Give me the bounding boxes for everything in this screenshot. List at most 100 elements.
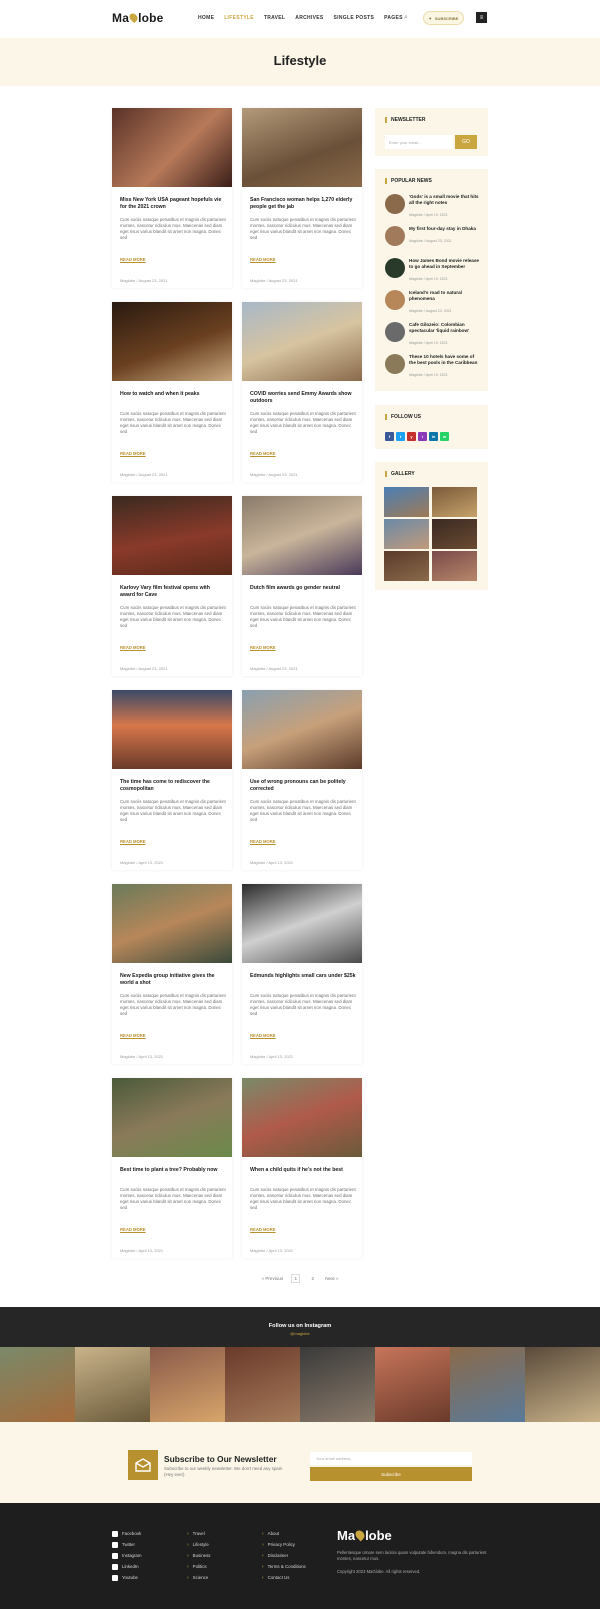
footer-link-business[interactable]: › Business	[187, 1550, 211, 1561]
post-image[interactable]	[242, 108, 362, 187]
footer-link-travel[interactable]: › Travel	[187, 1528, 211, 1539]
post-card[interactable]: San Francisco woman helps 1,270 elderly …	[242, 108, 362, 288]
instagram-photo[interactable]	[300, 1347, 375, 1422]
post-card[interactable]: New Expedia group initiative gives the w…	[112, 884, 232, 1064]
read-more-link[interactable]: READ MORE	[120, 257, 146, 262]
popular-news-title[interactable]: My first four-day stay in Dhaka	[409, 226, 481, 232]
read-more-link[interactable]: READ MORE	[120, 1033, 146, 1038]
facebook-icon[interactable]: f	[385, 432, 394, 441]
post-image[interactable]	[242, 884, 362, 963]
read-more-link[interactable]: READ MORE	[120, 645, 146, 650]
footer-link-linkedin[interactable]: LinkedIn	[112, 1561, 142, 1572]
instagram-photo[interactable]	[450, 1347, 525, 1422]
instagram-photo[interactable]	[150, 1347, 225, 1422]
instagram-icon[interactable]: i	[418, 432, 427, 441]
nav-single-posts[interactable]: SINGLE POSTS	[334, 15, 375, 21]
post-title[interactable]: Karlovy Vary film festival opens with aw…	[120, 585, 226, 599]
footer-link-lifestyle[interactable]: › Lifestyle	[187, 1539, 211, 1550]
footer-link-facebook[interactable]: Facebook	[112, 1528, 142, 1539]
post-card[interactable]: Use of wrong pronouns can be politely co…	[242, 690, 362, 870]
nav-lifestyle[interactable]: LIFESTYLE	[224, 15, 254, 21]
gallery-image[interactable]	[384, 519, 429, 549]
instagram-photo[interactable]	[375, 1347, 450, 1422]
footer-link-about[interactable]: › About	[262, 1528, 306, 1539]
nav-pages[interactable]: PAGES	[384, 15, 403, 21]
popular-news-thumb[interactable]	[385, 194, 405, 214]
post-card[interactable]: Miss New York USA pageant hopefuls vie f…	[112, 108, 232, 288]
gallery-image[interactable]	[384, 487, 429, 517]
popular-news-title[interactable]: Cafe Gilozeio: Colombian spectacular 'li…	[409, 322, 481, 334]
post-card[interactable]: Karlovy Vary film festival opens with aw…	[112, 496, 232, 676]
post-card[interactable]: The time has come to rediscover the cosm…	[112, 690, 232, 870]
read-more-link[interactable]: READ MORE	[250, 1033, 276, 1038]
post-card[interactable]: Edmunds highlights small cars under $25k…	[242, 884, 362, 1064]
read-more-link[interactable]: READ MORE	[250, 451, 276, 456]
post-title[interactable]: Dutch film awards go gender neutral	[250, 585, 356, 592]
hamburger-menu-icon[interactable]: ≡	[476, 12, 487, 23]
read-more-link[interactable]: READ MORE	[120, 839, 146, 844]
post-image[interactable]	[242, 1078, 362, 1157]
post-title[interactable]: COVID worries send Emmy Awards show outd…	[250, 391, 356, 405]
popular-news-item[interactable]: How James Bond movie release to go ahead…	[385, 258, 481, 282]
popular-news-title[interactable]: These 10 hotels have some of the best po…	[409, 354, 481, 366]
linkedin-icon[interactable]: in	[429, 432, 438, 441]
post-title[interactable]: How to watch and when it peaks	[120, 391, 226, 398]
instagram-photo[interactable]	[0, 1347, 75, 1422]
footer-logo[interactable]: Ma lobe	[337, 1528, 392, 1543]
whatsapp-icon[interactable]: w	[440, 432, 449, 441]
gallery-image[interactable]	[384, 551, 429, 581]
post-image[interactable]	[112, 496, 232, 575]
post-card[interactable]: How to watch and when it peaks Cum socii…	[112, 302, 232, 482]
search-icon[interactable]: ⌕	[404, 14, 408, 22]
read-more-link[interactable]: READ MORE	[250, 645, 276, 650]
site-logo[interactable]: Ma lobe	[112, 11, 164, 25]
post-image[interactable]	[242, 690, 362, 769]
post-card[interactable]: COVID worries send Emmy Awards show outd…	[242, 302, 362, 482]
gallery-image[interactable]	[432, 519, 477, 549]
post-image[interactable]	[112, 884, 232, 963]
post-title[interactable]: New Expedia group initiative gives the w…	[120, 973, 226, 987]
prev-page-link[interactable]: « Previous	[262, 1276, 284, 1281]
read-more-link[interactable]: READ MORE	[250, 1227, 276, 1232]
read-more-link[interactable]: READ MORE	[120, 1227, 146, 1232]
post-card[interactable]: When a child quits if he's not the best …	[242, 1078, 362, 1258]
footer-link-politics[interactable]: › Politics	[187, 1561, 211, 1572]
footer-link-contact[interactable]: › Contact Us	[262, 1572, 306, 1583]
post-image[interactable]	[112, 108, 232, 187]
popular-news-item[interactable]: These 10 hotels have some of the best po…	[385, 354, 481, 378]
post-title[interactable]: Edmunds highlights small cars under $25k	[250, 973, 356, 980]
popular-news-title[interactable]: 'Gods' is a small movie that hits all th…	[409, 194, 481, 206]
popular-news-thumb[interactable]	[385, 322, 405, 342]
post-title[interactable]: San Francisco woman helps 1,270 elderly …	[250, 197, 356, 211]
popular-news-item[interactable]: 'Gods' is a small movie that hits all th…	[385, 194, 481, 218]
post-image[interactable]	[242, 302, 362, 381]
instagram-photo[interactable]	[525, 1347, 600, 1422]
footer-link-instagram[interactable]: Instagram	[112, 1550, 142, 1561]
popular-news-thumb[interactable]	[385, 258, 405, 278]
popular-news-thumb[interactable]	[385, 354, 405, 374]
gallery-image[interactable]	[432, 487, 477, 517]
next-page-link[interactable]: Next »	[325, 1276, 338, 1281]
footer-link-terms[interactable]: › Terms & Conditions	[262, 1561, 306, 1572]
post-image[interactable]	[112, 302, 232, 381]
page-2[interactable]: 2	[308, 1274, 317, 1283]
footer-link-youtube[interactable]: Youtube	[112, 1572, 142, 1583]
post-card[interactable]: Best time to plant a tree? Probably now …	[112, 1078, 232, 1258]
subscribe-button[interactable]: ✦ SUBSCRIBE	[423, 11, 464, 25]
youtube-icon[interactable]: y	[407, 432, 416, 441]
read-more-link[interactable]: READ MORE	[250, 839, 276, 844]
nav-home[interactable]: HOME	[198, 15, 214, 21]
twitter-icon[interactable]: t	[396, 432, 405, 441]
instagram-handle[interactable]: @maglobe	[0, 1331, 600, 1336]
post-image[interactable]	[242, 496, 362, 575]
popular-news-title[interactable]: Iceland's road to natural phenomena	[409, 290, 481, 302]
newsletter-email-input[interactable]: Enter your email...	[385, 135, 453, 149]
post-image[interactable]	[112, 690, 232, 769]
post-image[interactable]	[112, 1078, 232, 1157]
footer-link-twitter[interactable]: Twitter	[112, 1539, 142, 1550]
newsletter-go-button[interactable]: GO	[455, 135, 477, 149]
popular-news-item[interactable]: Cafe Gilozeio: Colombian spectacular 'li…	[385, 322, 481, 346]
newsletter-banner-email-input[interactable]: Your email address...	[310, 1452, 472, 1465]
page-1[interactable]: 1	[291, 1273, 301, 1283]
post-title[interactable]: The time has come to rediscover the cosm…	[120, 779, 226, 793]
